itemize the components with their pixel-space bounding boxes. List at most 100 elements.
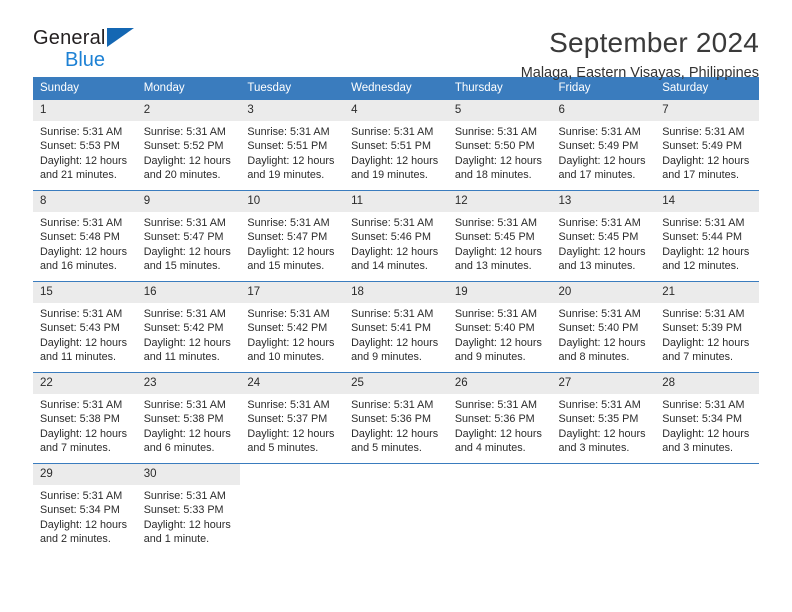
daylight-line-1: Daylight: 12 hours <box>143 336 231 349</box>
calendar-day[interactable]: 18 Sunrise: 5:31 AM Sunset: 5:41 PM Dayligh… <box>344 282 448 372</box>
calendar-day[interactable]: 26 Sunrise: 5:31 AM Sunset: 5:36 PM Dayligh… <box>447 373 552 463</box>
calendar-cell[interactable]: 24 Sunrise: 5:31 AM Sunset: 5:37 PM Dayligh… <box>240 372 345 464</box>
sunset-time: Sunset: 5:36 PM <box>454 413 535 426</box>
logo-triangle-icon <box>107 28 134 47</box>
calendar-day[interactable]: 13 Sunrise: 5:31 AM Sunset: 5:45 PM Dayligh… <box>551 191 656 281</box>
sunrise-time: Sunrise: 5:31 AM <box>247 217 330 229</box>
sunrise-time: Sunrise: 5:31 AM <box>351 308 434 320</box>
daylight-line-1: Daylight: 12 hours <box>247 245 335 258</box>
daylight-line-2: and 12 minutes. <box>662 260 740 273</box>
daylight-line-2: and 11 minutes. <box>143 351 220 364</box>
day-number: 22 <box>33 373 137 394</box>
calendar-day[interactable]: 5 Sunrise: 5:31 AM Sunset: 5:50 PM Daylight… <box>447 100 552 190</box>
calendar-day[interactable]: 30 Sunrise: 5:31 AM Sunset: 5:33 PM Dayligh… <box>136 464 241 554</box>
sunset-time: Sunset: 5:51 PM <box>247 140 328 153</box>
calendar-cell[interactable]: 15 Sunrise: 5:31 AM Sunset: 5:43 PM Dayligh… <box>33 281 137 373</box>
calendar-day[interactable]: 4 Sunrise: 5:31 AM Sunset: 5:51 PM Daylight… <box>344 100 448 190</box>
calendar-day[interactable]: 19 Sunrise: 5:31 AM Sunset: 5:40 PM Dayligh… <box>447 282 552 372</box>
calendar-day[interactable]: 9 Sunrise: 5:31 AM Sunset: 5:47 PM Daylight… <box>136 191 241 281</box>
calendar-day[interactable]: 14 Sunrise: 5:31 AM Sunset: 5:44 PM Dayligh… <box>655 191 759 281</box>
calendar-day[interactable]: 21 Sunrise: 5:31 AM Sunset: 5:39 PM Dayligh… <box>655 282 759 372</box>
calendar-cell[interactable]: 30 Sunrise: 5:31 AM Sunset: 5:33 PM Dayligh… <box>136 463 241 554</box>
calendar-day[interactable]: 28 Sunrise: 5:31 AM Sunset: 5:34 PM Dayligh… <box>655 373 759 463</box>
calendar-day[interactable]: 29 Sunrise: 5:31 AM Sunset: 5:34 PM Dayligh… <box>33 464 137 554</box>
calendar-week-row: 8 Sunrise: 5:31 AM Sunset: 5:48 PM Daylight… <box>33 190 759 282</box>
calendar-day[interactable]: 8 Sunrise: 5:31 AM Sunset: 5:48 PM Daylight… <box>33 191 137 281</box>
calendar-cell-empty <box>552 464 656 554</box>
calendar-cell[interactable]: 17 Sunrise: 5:31 AM Sunset: 5:42 PM Dayligh… <box>240 281 345 373</box>
calendar-day[interactable]: 6 Sunrise: 5:31 AM Sunset: 5:49 PM Daylight… <box>551 100 656 190</box>
daylight-line-2: and 18 minutes. <box>454 169 532 182</box>
sunrise-time: Sunrise: 5:31 AM <box>558 308 641 320</box>
calendar-cell[interactable]: 5 Sunrise: 5:31 AM Sunset: 5:50 PM Daylight… <box>447 99 552 191</box>
daylight-line-1: Daylight: 12 hours <box>558 154 646 167</box>
calendar-cell[interactable]: 11 Sunrise: 5:31 AM Sunset: 5:46 PM Dayligh… <box>344 190 448 282</box>
calendar-day[interactable]: 10 Sunrise: 5:31 AM Sunset: 5:47 PM Dayligh… <box>240 191 345 281</box>
calendar-cell[interactable]: 3 Sunrise: 5:31 AM Sunset: 5:51 PM Daylight… <box>240 99 345 191</box>
calendar-day[interactable]: 23 Sunrise: 5:31 AM Sunset: 5:38 PM Dayligh… <box>136 373 241 463</box>
daylight-line-1: Daylight: 12 hours <box>558 336 646 349</box>
daylight-line-2: and 15 minutes. <box>247 260 325 273</box>
daylight-line-1: Daylight: 12 hours <box>558 245 646 258</box>
calendar-cell[interactable]: 26 Sunrise: 5:31 AM Sunset: 5:36 PM Dayligh… <box>447 372 552 464</box>
day-details: Sunrise: 5:31 AM Sunset: 5:42 PM Daylight:… <box>137 303 241 365</box>
calendar-cell[interactable]: 10 Sunrise: 5:31 AM Sunset: 5:47 PM Dayligh… <box>240 190 345 282</box>
day-details: Sunrise: 5:31 AM Sunset: 5:48 PM Daylight:… <box>33 212 137 274</box>
calendar-day[interactable]: 1 Sunrise: 5:31 AM Sunset: 5:53 PM Daylight… <box>33 100 137 190</box>
calendar-day[interactable]: 20 Sunrise: 5:31 AM Sunset: 5:40 PM Dayligh… <box>551 282 656 372</box>
calendar-cell[interactable]: 19 Sunrise: 5:31 AM Sunset: 5:40 PM Dayligh… <box>447 281 552 373</box>
day-number: 16 <box>136 282 241 303</box>
calendar-cell[interactable]: 21 Sunrise: 5:31 AM Sunset: 5:39 PM Dayligh… <box>655 281 759 373</box>
sunset-time: Sunset: 5:40 PM <box>558 322 639 335</box>
calendar-cell[interactable]: 16 Sunrise: 5:31 AM Sunset: 5:42 PM Dayligh… <box>136 281 241 373</box>
calendar-cell[interactable]: 25 Sunrise: 5:31 AM Sunset: 5:36 PM Dayligh… <box>344 372 448 464</box>
sunrise-time: Sunrise: 5:31 AM <box>351 217 434 229</box>
title-block: September 2024 Malaga, Eastern Visayas, … <box>153 26 759 83</box>
sunrise-time: Sunrise: 5:31 AM <box>40 490 123 502</box>
calendar-cell[interactable]: 22 Sunrise: 5:31 AM Sunset: 5:38 PM Dayligh… <box>33 372 137 464</box>
calendar-day[interactable]: 24 Sunrise: 5:31 AM Sunset: 5:37 PM Dayligh… <box>240 373 345 463</box>
sunrise-time: Sunrise: 5:31 AM <box>40 217 123 229</box>
sunset-time: Sunset: 5:40 PM <box>454 322 535 335</box>
calendar-day[interactable]: 16 Sunrise: 5:31 AM Sunset: 5:42 PM Dayligh… <box>136 282 241 372</box>
daylight-line-2: and 17 minutes. <box>662 169 740 182</box>
calendar-cell <box>344 463 448 554</box>
day-number: 1 <box>33 100 137 121</box>
daylight-line-1: Daylight: 12 hours <box>143 427 231 440</box>
calendar-cell[interactable]: 7 Sunrise: 5:31 AM Sunset: 5:49 PM Daylight… <box>655 99 759 191</box>
calendar-day[interactable]: 27 Sunrise: 5:31 AM Sunset: 5:35 PM Dayligh… <box>551 373 656 463</box>
calendar-cell[interactable]: 6 Sunrise: 5:31 AM Sunset: 5:49 PM Daylight… <box>551 99 656 191</box>
calendar-cell <box>240 463 345 554</box>
calendar-cell[interactable]: 14 Sunrise: 5:31 AM Sunset: 5:44 PM Dayligh… <box>655 190 759 282</box>
calendar-day[interactable]: 25 Sunrise: 5:31 AM Sunset: 5:36 PM Dayligh… <box>344 373 448 463</box>
sunrise-time: Sunrise: 5:31 AM <box>454 126 538 138</box>
calendar-cell[interactable]: 4 Sunrise: 5:31 AM Sunset: 5:51 PM Daylight… <box>344 99 448 191</box>
calendar-cell[interactable]: 12 Sunrise: 5:31 AM Sunset: 5:45 PM Dayligh… <box>447 190 552 282</box>
calendar-day[interactable]: 12 Sunrise: 5:31 AM Sunset: 5:45 PM Dayligh… <box>447 191 552 281</box>
calendar-day[interactable]: 2 Sunrise: 5:31 AM Sunset: 5:52 PM Daylight… <box>136 100 241 190</box>
calendar-cell[interactable]: 13 Sunrise: 5:31 AM Sunset: 5:45 PM Dayligh… <box>551 190 656 282</box>
calendar-cell[interactable]: 9 Sunrise: 5:31 AM Sunset: 5:47 PM Daylight… <box>136 190 241 282</box>
calendar-cell[interactable]: 29 Sunrise: 5:31 AM Sunset: 5:34 PM Dayligh… <box>33 463 137 554</box>
calendar-day[interactable]: 11 Sunrise: 5:31 AM Sunset: 5:46 PM Dayligh… <box>344 191 448 281</box>
calendar-day[interactable]: 17 Sunrise: 5:31 AM Sunset: 5:42 PM Dayligh… <box>240 282 345 372</box>
calendar-day[interactable]: 22 Sunrise: 5:31 AM Sunset: 5:38 PM Dayligh… <box>33 373 137 463</box>
calendar-day[interactable]: 7 Sunrise: 5:31 AM Sunset: 5:49 PM Daylight… <box>655 100 759 190</box>
calendar-cell[interactable]: 8 Sunrise: 5:31 AM Sunset: 5:48 PM Daylight… <box>33 190 137 282</box>
day-details: Sunrise: 5:31 AM Sunset: 5:38 PM Daylight:… <box>137 394 241 456</box>
sunrise-time: Sunrise: 5:31 AM <box>143 126 226 138</box>
calendar-cell[interactable]: 28 Sunrise: 5:31 AM Sunset: 5:34 PM Dayligh… <box>655 372 759 464</box>
calendar-day[interactable]: 15 Sunrise: 5:31 AM Sunset: 5:43 PM Dayligh… <box>33 282 137 372</box>
daylight-line-2: and 8 minutes. <box>558 351 630 364</box>
calendar-cell[interactable]: 1 Sunrise: 5:31 AM Sunset: 5:53 PM Daylight… <box>33 99 137 191</box>
sunrise-time: Sunrise: 5:31 AM <box>247 308 330 320</box>
calendar-cell[interactable]: 27 Sunrise: 5:31 AM Sunset: 5:35 PM Dayligh… <box>551 372 656 464</box>
day-details: Sunrise: 5:31 AM Sunset: 5:35 PM Daylight:… <box>552 394 656 456</box>
calendar-cell-empty <box>344 464 448 554</box>
calendar-cell[interactable]: 23 Sunrise: 5:31 AM Sunset: 5:38 PM Dayligh… <box>136 372 241 464</box>
calendar-cell[interactable]: 18 Sunrise: 5:31 AM Sunset: 5:41 PM Dayligh… <box>344 281 448 373</box>
calendar-cell[interactable]: 20 Sunrise: 5:31 AM Sunset: 5:40 PM Dayligh… <box>551 281 656 373</box>
calendar-cell[interactable]: 2 Sunrise: 5:31 AM Sunset: 5:52 PM Daylight… <box>136 99 241 191</box>
calendar-day[interactable]: 3 Sunrise: 5:31 AM Sunset: 5:51 PM Daylight… <box>240 100 345 190</box>
day-details: Sunrise: 5:31 AM Sunset: 5:36 PM Daylight:… <box>344 394 448 456</box>
